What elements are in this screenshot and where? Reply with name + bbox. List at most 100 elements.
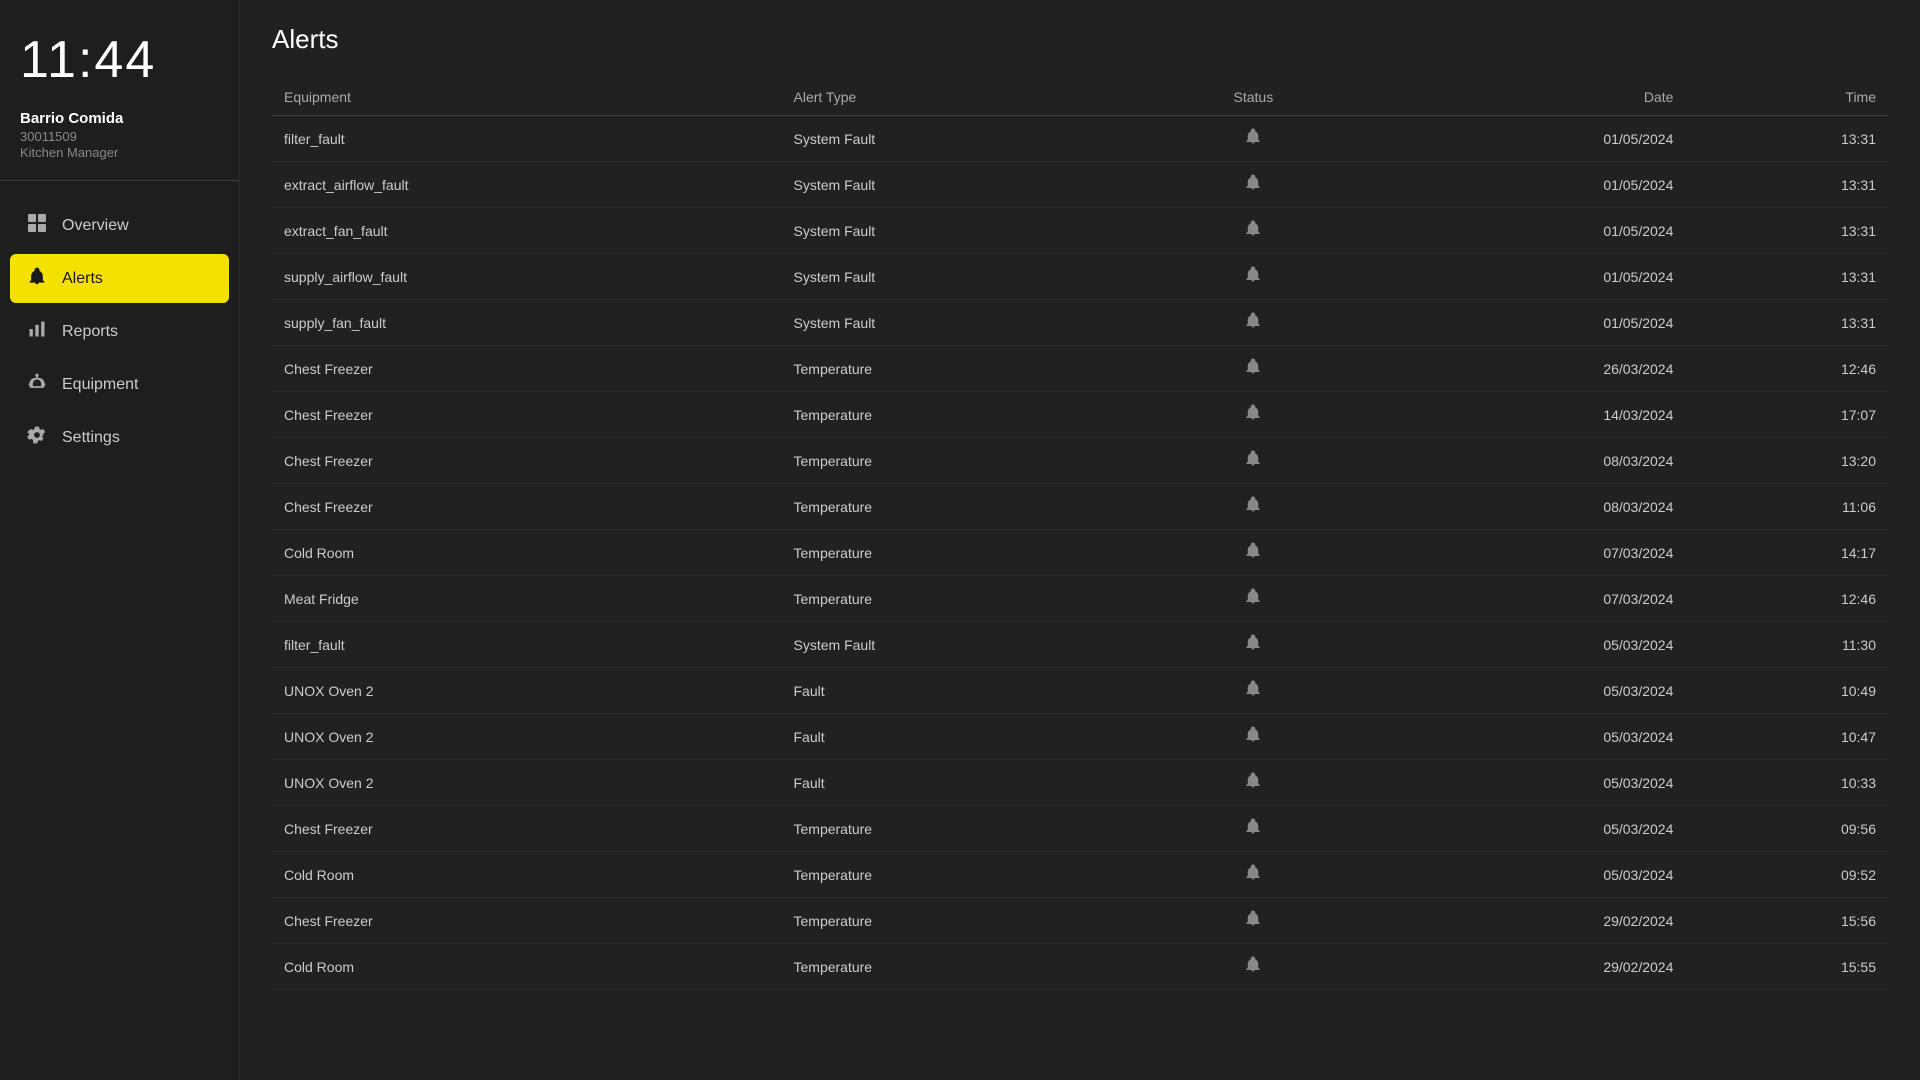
cell-equipment: supply_fan_fault (272, 300, 782, 346)
bell-icon (1244, 725, 1262, 748)
cell-time: 14:17 (1685, 530, 1888, 576)
bell-icon (1244, 909, 1262, 932)
cell-status (1144, 760, 1363, 806)
bell-icon (1244, 219, 1262, 242)
cell-time: 15:56 (1685, 898, 1888, 944)
cell-alert-type: Temperature (782, 944, 1145, 990)
cell-alert-type: System Fault (782, 254, 1145, 300)
table-row: UNOX Oven 2Fault05/03/202410:47 (272, 714, 1888, 760)
bell-icon (1244, 771, 1262, 794)
cell-time: 11:30 (1685, 622, 1888, 668)
cell-time: 13:20 (1685, 438, 1888, 484)
cell-equipment: UNOX Oven 2 (272, 714, 782, 760)
table-row: supply_fan_faultSystem Fault 01/05/202413… (272, 300, 1888, 346)
sidebar-item-reports[interactable]: Reports (10, 307, 229, 356)
cell-alert-type: Temperature (782, 530, 1145, 576)
cell-status (1144, 576, 1363, 622)
cell-date: 07/03/2024 (1363, 576, 1686, 622)
sidebar-item-equipment[interactable]: Equipment (10, 360, 229, 409)
cell-status (1144, 438, 1363, 484)
cell-equipment: Cold Room (272, 944, 782, 990)
cell-status (1144, 162, 1363, 208)
table-row: filter_faultSystem Fault05/03/202411:30 (272, 622, 1888, 668)
user-id: 30011509 (20, 129, 219, 144)
cell-time: 10:33 (1685, 760, 1888, 806)
cell-equipment: UNOX Oven 2 (272, 668, 782, 714)
cell-time: 13:31 (1685, 300, 1888, 346)
cell-status (1144, 116, 1363, 162)
cell-time: 09:52 (1685, 852, 1888, 898)
col-header-date: Date (1363, 79, 1686, 116)
cell-equipment: extract_fan_fault (272, 208, 782, 254)
cell-alert-type: Temperature (782, 438, 1145, 484)
cell-equipment: Chest Freezer (272, 806, 782, 852)
sidebar-item-settings[interactable]: Settings (10, 413, 229, 462)
sidebar-label-equipment: Equipment (62, 376, 139, 394)
sidebar-label-reports: Reports (62, 323, 118, 341)
cell-date: 08/03/2024 (1363, 484, 1686, 530)
user-info: Barrio Comida 30011509 Kitchen Manager (0, 110, 239, 181)
cell-status (1144, 300, 1363, 346)
cell-date: 14/03/2024 (1363, 392, 1686, 438)
cell-time: 12:46 (1685, 346, 1888, 392)
cell-alert-type: Temperature (782, 852, 1145, 898)
sidebar-label-overview: Overview (62, 217, 129, 235)
sidebar-item-alerts[interactable]: Alerts (10, 254, 229, 303)
cell-date: 26/03/2024 (1363, 346, 1686, 392)
cell-alert-type: Temperature (782, 576, 1145, 622)
cell-time: 09:56 (1685, 806, 1888, 852)
cell-time: 12:46 (1685, 576, 1888, 622)
cell-equipment: UNOX Oven 2 (272, 760, 782, 806)
bell-icon (1244, 495, 1262, 518)
cell-date: 05/03/2024 (1363, 806, 1686, 852)
sidebar-item-overview[interactable]: Overview (10, 201, 229, 250)
cell-equipment: Cold Room (272, 530, 782, 576)
cell-date: 07/03/2024 (1363, 530, 1686, 576)
col-header-time: Time (1685, 79, 1888, 116)
cell-status (1144, 346, 1363, 392)
user-role: Kitchen Manager (20, 145, 219, 160)
cell-equipment: Meat Fridge (272, 576, 782, 622)
cell-alert-type: Fault (782, 668, 1145, 714)
cell-alert-type: System Fault (782, 300, 1145, 346)
navigation: Overview Alerts Reports (0, 201, 239, 462)
table-row: Chest FreezerTemperature29/02/202415:56 (272, 898, 1888, 944)
user-name: Barrio Comida (20, 110, 219, 127)
cell-status (1144, 944, 1363, 990)
cell-equipment: Chest Freezer (272, 484, 782, 530)
cell-alert-type: Fault (782, 714, 1145, 760)
cell-time: 10:47 (1685, 714, 1888, 760)
alerts-scroll-container[interactable]: Equipment Alert Type Status Date Time fi… (272, 79, 1888, 1056)
bell-icon (1244, 403, 1262, 426)
table-row: Chest FreezerTemperature26/03/202412:46 (272, 346, 1888, 392)
cell-status (1144, 392, 1363, 438)
cell-status (1144, 714, 1363, 760)
bell-icon (1244, 449, 1262, 472)
equipment-icon (26, 372, 48, 397)
cell-time: 15:55 (1685, 944, 1888, 990)
cell-time: 13:31 (1685, 208, 1888, 254)
table-row: supply_airflow_faultSystem Fault01/05/20… (272, 254, 1888, 300)
col-header-equipment: Equipment (272, 79, 782, 116)
page-title: Alerts (272, 24, 1888, 55)
cell-status (1144, 806, 1363, 852)
bell-icon (1244, 863, 1262, 886)
cell-equipment: filter_fault (272, 116, 782, 162)
cell-equipment: Chest Freezer (272, 438, 782, 484)
cell-date: 08/03/2024 (1363, 438, 1686, 484)
cell-time: 13:31 (1685, 162, 1888, 208)
cell-date: 05/03/2024 (1363, 852, 1686, 898)
cell-time: 10:49 (1685, 668, 1888, 714)
alerts-icon (26, 266, 48, 291)
cell-status (1144, 530, 1363, 576)
table-row: Chest FreezerTemperature05/03/202409:56 (272, 806, 1888, 852)
cell-date: 05/03/2024 (1363, 622, 1686, 668)
bell-icon (1244, 955, 1262, 978)
cell-status (1144, 898, 1363, 944)
cell-status (1144, 484, 1363, 530)
clock: 11:44 (0, 20, 239, 110)
cell-equipment: Chest Freezer (272, 898, 782, 944)
cell-date: 01/05/2024 (1363, 300, 1686, 346)
bell-icon (1244, 357, 1262, 380)
cell-date: 01/05/2024 (1363, 254, 1686, 300)
